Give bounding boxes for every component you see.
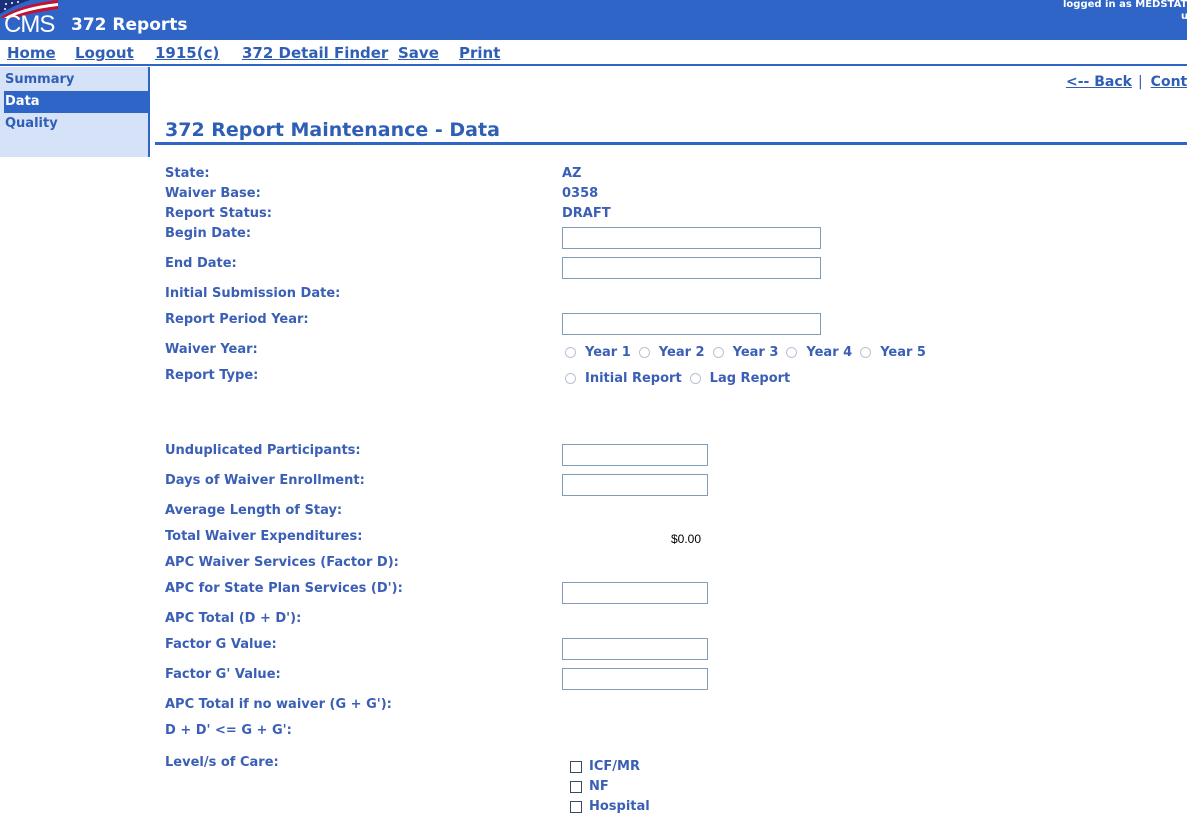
sidebar-item-summary[interactable]: Summary — [4, 69, 148, 91]
report-status-value: DRAFT — [562, 206, 611, 221]
report-type-label: Report Type: — [165, 368, 259, 383]
hospital-checkbox[interactable] — [570, 800, 582, 813]
initial-submission-date-label: Initial Submission Date: — [165, 286, 341, 301]
back-continue-bar: <-- Back | Cont — [1066, 74, 1187, 90]
sidebar: Summary Data Quality — [0, 67, 150, 157]
icf-mr-label: ICF/MR — [589, 759, 640, 774]
waiver-year-4-label: Year 4 — [806, 345, 853, 360]
nav-detail-finder-link[interactable]: 372 Detail Finder — [242, 44, 388, 62]
app-title: 372 Reports — [71, 15, 188, 35]
continue-link[interactable]: Cont — [1151, 74, 1187, 90]
icf-mr-option: ICF/MR — [570, 759, 640, 774]
total-expenditures-label: Total Waiver Expenditures: — [165, 529, 363, 544]
average-length-of-stay-label: Average Length of Stay: — [165, 503, 343, 518]
unduplicated-participants-input[interactable] — [562, 444, 708, 466]
level-of-care-label: Level/s of Care: — [165, 755, 279, 770]
factor-g-prime-label: Factor G' Value: — [165, 667, 281, 682]
initial-report-label: Initial Report — [585, 371, 682, 386]
factor-g-input[interactable] — [562, 638, 708, 660]
nf-option: NF — [570, 779, 609, 794]
nav-save-link[interactable]: Save — [398, 44, 439, 62]
days-enrollment-label: Days of Waiver Enrollment: — [165, 473, 365, 488]
report-type-radio-group: Initial Report Lag Report — [565, 371, 798, 386]
waiver-year-2-radio[interactable] — [638, 347, 650, 358]
nav-print-link[interactable]: Print — [459, 44, 500, 62]
lag-report-radio[interactable] — [689, 373, 701, 384]
days-enrollment-input[interactable] — [562, 474, 708, 496]
waiver-year-radio-group: Year 1 Year 2 Year 3 Year 4 Year 5 — [565, 345, 934, 360]
waiver-year-4-radio[interactable] — [786, 347, 798, 358]
title-divider — [155, 142, 1187, 145]
nav-1915c-link[interactable]: 1915(c) — [155, 44, 219, 62]
end-date-input[interactable] — [562, 257, 821, 279]
top-navigation: Home Logout 1915(c) 372 Detail Finder Sa… — [0, 40, 1187, 66]
back-link[interactable]: <-- Back — [1066, 74, 1132, 90]
factor-g-label: Factor G Value: — [165, 637, 277, 652]
hospital-label: Hospital — [589, 799, 650, 814]
comparison-label: D + D' <= G + G': — [165, 723, 292, 738]
apc-state-plan-label: APC for State Plan Services (D'): — [165, 581, 403, 596]
state-value: AZ — [562, 166, 582, 181]
apc-waiver-services-label: APC Waiver Services (Factor D): — [165, 555, 399, 570]
begin-date-input[interactable] — [562, 227, 821, 249]
header-banner: CMS 372 Reports logged in as MEDSTAT u — [0, 0, 1187, 40]
waiver-year-3-label: Year 3 — [732, 345, 779, 360]
cms-logo: CMS — [4, 11, 55, 38]
nf-checkbox[interactable] — [570, 780, 582, 793]
begin-date-label: Begin Date: — [165, 226, 252, 241]
end-date-label: End Date: — [165, 256, 237, 271]
sidebar-item-data[interactable]: Data — [4, 91, 148, 113]
waiver-base-label: Waiver Base: — [165, 186, 261, 201]
factor-g-prime-input[interactable] — [562, 668, 708, 690]
icf-mr-checkbox[interactable] — [570, 760, 582, 773]
waiver-year-label: Waiver Year: — [165, 342, 258, 357]
login-status: logged in as MEDSTAT — [1063, 0, 1187, 10]
report-period-year-input[interactable] — [562, 313, 821, 335]
waiver-base-value: 0358 — [562, 186, 599, 201]
waiver-year-2-label: Year 2 — [658, 345, 705, 360]
report-period-year-label: Report Period Year: — [165, 312, 309, 327]
apc-total-label: APC Total (D + D'): — [165, 611, 302, 626]
apc-total-no-waiver-label: APC Total if no waiver (G + G'): — [165, 697, 392, 712]
waiver-year-1-label: Year 1 — [585, 345, 631, 360]
lag-report-label: Lag Report — [709, 371, 791, 386]
link-separator: | — [1137, 74, 1143, 90]
state-label: State: — [165, 166, 210, 181]
hospital-option: Hospital — [570, 799, 650, 814]
waiver-year-1-radio[interactable] — [565, 347, 576, 358]
waiver-year-5-radio[interactable] — [860, 347, 872, 358]
total-expenditures-value: $0.00 — [671, 532, 702, 546]
nf-label: NF — [589, 779, 609, 794]
login-status-overflow: u — [1181, 11, 1187, 22]
initial-report-radio[interactable] — [565, 373, 576, 384]
apc-state-plan-input[interactable] — [562, 582, 708, 604]
sidebar-item-quality[interactable]: Quality — [4, 113, 148, 135]
nav-home-link[interactable]: Home — [7, 44, 56, 62]
nav-logout-link[interactable]: Logout — [75, 44, 134, 62]
page-title: 372 Report Maintenance - Data — [165, 119, 500, 141]
unduplicated-participants-label: Unduplicated Participants: — [165, 443, 361, 458]
report-status-label: Report Status: — [165, 206, 272, 221]
waiver-year-5-label: Year 5 — [880, 345, 926, 360]
waiver-year-3-radio[interactable] — [712, 347, 724, 358]
